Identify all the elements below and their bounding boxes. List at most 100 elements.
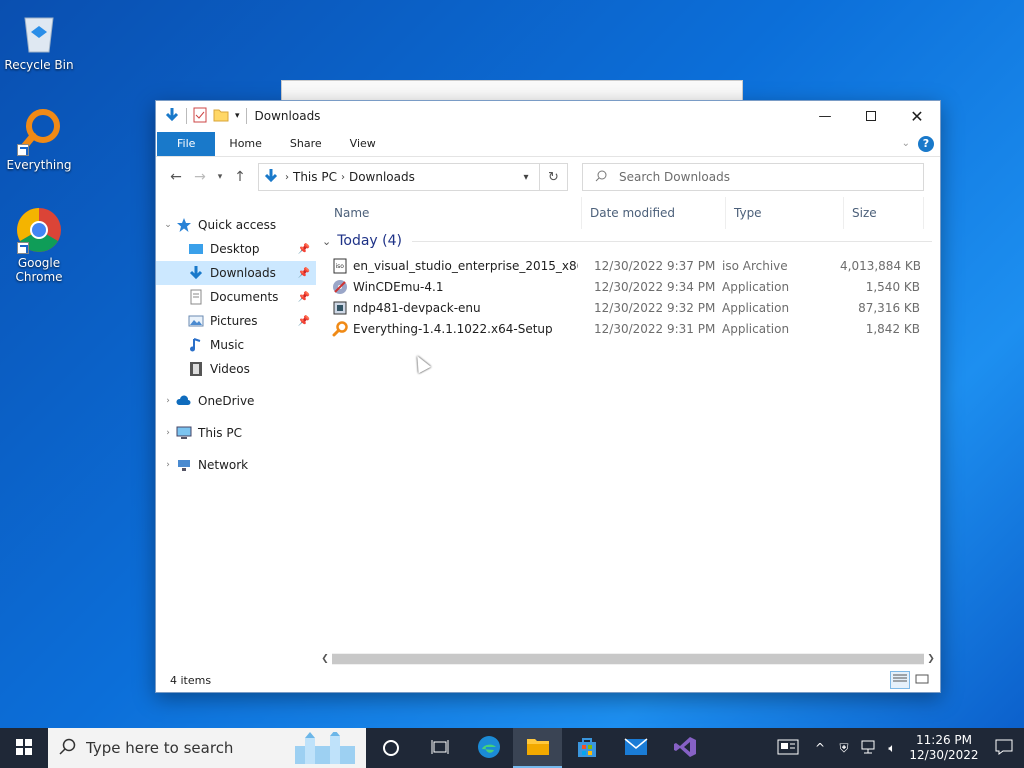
- network-status-icon[interactable]: [856, 740, 880, 757]
- scroll-right-arrow-icon[interactable]: ❯: [924, 654, 938, 664]
- recent-locations-chevron-icon[interactable]: ▾: [212, 172, 228, 182]
- tab-home[interactable]: Home: [215, 132, 275, 156]
- desktop-icon-everything[interactable]: Everything: [0, 108, 78, 172]
- taskbar-microsoft-store[interactable]: [562, 728, 611, 768]
- nav-item-videos[interactable]: Videos: [156, 357, 316, 381]
- nav-item-this-pc[interactable]: › This PC: [156, 421, 316, 445]
- clock-date: 12/30/2022: [909, 748, 979, 762]
- column-header-date[interactable]: Date modified: [582, 197, 726, 229]
- scroll-track[interactable]: [332, 653, 924, 665]
- nav-item-quick-access[interactable]: ⌄ Quick access: [156, 213, 316, 237]
- file-type: Application: [722, 321, 790, 336]
- horizontal-scrollbar[interactable]: ❮ ❯: [318, 652, 938, 666]
- address-bar[interactable]: › This PC › Downloads ▾: [258, 163, 540, 191]
- nav-item-documents[interactable]: Documents 📌: [156, 285, 316, 309]
- scroll-thumb[interactable]: [332, 654, 924, 664]
- file-explorer-folder-icon: [526, 736, 550, 759]
- details-view-button[interactable]: [890, 671, 910, 689]
- breadcrumb-this-pc[interactable]: This PC: [293, 170, 337, 184]
- desktop-icon-google-chrome[interactable]: Google Chrome: [0, 206, 78, 284]
- tab-view[interactable]: View: [336, 132, 390, 156]
- nav-item-downloads[interactable]: Downloads 📌: [156, 261, 316, 285]
- minimize-button[interactable]: —: [802, 101, 848, 131]
- iso-file-icon: iso: [332, 258, 348, 274]
- group-label: Today (4): [337, 233, 402, 249]
- new-folder-icon[interactable]: [213, 108, 229, 125]
- show-hidden-icons-chevron-icon[interactable]: ^: [808, 741, 832, 755]
- close-button[interactable]: ✕: [894, 101, 940, 131]
- customize-toolbar-chevron-icon[interactable]: ▾: [235, 111, 240, 121]
- file-date: 12/30/2022 9:32 PM: [594, 300, 716, 315]
- column-header-size[interactable]: Size: [844, 197, 924, 229]
- expand-chevron-icon[interactable]: ›: [160, 460, 176, 470]
- tab-share[interactable]: Share: [276, 132, 336, 156]
- breadcrumb-chevron-icon[interactable]: ›: [285, 172, 289, 183]
- maximize-icon: [866, 111, 876, 121]
- network-icon: [176, 457, 192, 473]
- large-icons-view-button[interactable]: [912, 671, 932, 689]
- breadcrumb-chevron-icon[interactable]: ›: [341, 172, 345, 183]
- navigation-bar: ← → ▾ ↑ › This PC › Downloads ▾ ↻: [156, 157, 940, 197]
- file-name: en_visual_studio_enterprise_2015_x86_x6.…: [353, 258, 578, 273]
- taskbar-search-box[interactable]: [48, 728, 366, 768]
- expand-ribbon-chevron-icon[interactable]: ⌄: [902, 138, 910, 149]
- file-row[interactable]: iso en_visual_studio_enterprise_2015_x86…: [332, 255, 940, 276]
- nav-item-desktop[interactable]: Desktop 📌: [156, 237, 316, 261]
- news-widget-icon[interactable]: [768, 739, 808, 758]
- column-header-type[interactable]: Type: [726, 197, 844, 229]
- group-collapse-chevron-icon[interactable]: ⌄: [322, 235, 331, 248]
- nav-item-network[interactable]: › Network: [156, 453, 316, 477]
- title-bar: ▾ Downloads — ✕: [156, 101, 940, 131]
- address-dropdown-chevron-icon[interactable]: ▾: [513, 172, 539, 183]
- expand-chevron-icon[interactable]: ›: [160, 428, 176, 438]
- up-arrow-icon[interactable]: ↑: [228, 169, 252, 185]
- tab-file[interactable]: File: [157, 131, 216, 156]
- computer-icon: [176, 425, 192, 441]
- task-view-button[interactable]: [415, 728, 464, 768]
- help-icon[interactable]: ?: [918, 135, 934, 152]
- maximize-button[interactable]: [848, 101, 894, 131]
- file-row[interactable]: ndp481-devpack-enu 12/30/2022 9:32 PM Ap…: [332, 297, 940, 318]
- expand-chevron-icon[interactable]: ›: [160, 396, 176, 406]
- taskbar-search-input[interactable]: [86, 739, 286, 757]
- back-arrow-icon[interactable]: ←: [164, 169, 188, 185]
- taskbar-file-explorer[interactable]: [513, 728, 562, 768]
- shortcut-arrow-icon: [17, 242, 29, 254]
- nav-item-onedrive[interactable]: › OneDrive: [156, 389, 316, 413]
- videos-icon: [188, 361, 204, 377]
- collapse-chevron-icon[interactable]: ⌄: [160, 220, 176, 230]
- security-shield-icon[interactable]: ⛨: [832, 741, 856, 756]
- action-center-button[interactable]: [984, 739, 1024, 758]
- file-row[interactable]: WinCDEmu-4.1 12/30/2022 9:34 PM Applicat…: [332, 276, 940, 297]
- pin-icon: 📌: [297, 243, 310, 255]
- forward-arrow-icon[interactable]: →: [188, 169, 212, 185]
- file-date: 12/30/2022 9:34 PM: [594, 279, 716, 294]
- search-highlight-illustration-icon: [290, 730, 360, 766]
- group-header-today[interactable]: ⌄ Today (4): [322, 233, 940, 249]
- file-row[interactable]: Everything-1.4.1.1022.x64-Setup 12/30/20…: [332, 318, 940, 339]
- onedrive-cloud-icon: [176, 393, 192, 409]
- start-button[interactable]: [0, 728, 48, 768]
- taskbar-mail[interactable]: [611, 728, 660, 768]
- installer-app-icon: [332, 300, 348, 316]
- taskbar-visual-studio[interactable]: [660, 728, 709, 768]
- taskbar-clock[interactable]: 11:26 PM 12/30/2022: [904, 733, 984, 763]
- search-box[interactable]: [582, 163, 924, 191]
- star-icon: [176, 217, 192, 233]
- cortana-button[interactable]: [366, 728, 415, 768]
- scroll-left-arrow-icon[interactable]: ❮: [318, 654, 332, 664]
- volume-speaker-icon[interactable]: 🔈︎: [880, 741, 904, 756]
- nav-item-music[interactable]: Music: [156, 333, 316, 357]
- desktop-icon-recycle-bin[interactable]: Recycle Bin: [0, 8, 78, 72]
- nav-item-pictures[interactable]: Pictures 📌: [156, 309, 316, 333]
- column-header-name[interactable]: Name: [326, 197, 582, 229]
- window-title: Downloads: [254, 109, 321, 123]
- search-icon: [58, 738, 76, 759]
- taskbar-edge[interactable]: [464, 728, 513, 768]
- search-input[interactable]: [619, 170, 899, 184]
- store-bag-icon: [576, 736, 598, 761]
- refresh-button[interactable]: ↻: [540, 163, 568, 191]
- properties-icon[interactable]: [193, 107, 207, 126]
- breadcrumb-downloads[interactable]: Downloads: [349, 170, 415, 184]
- toolbar-separator: [186, 108, 187, 124]
